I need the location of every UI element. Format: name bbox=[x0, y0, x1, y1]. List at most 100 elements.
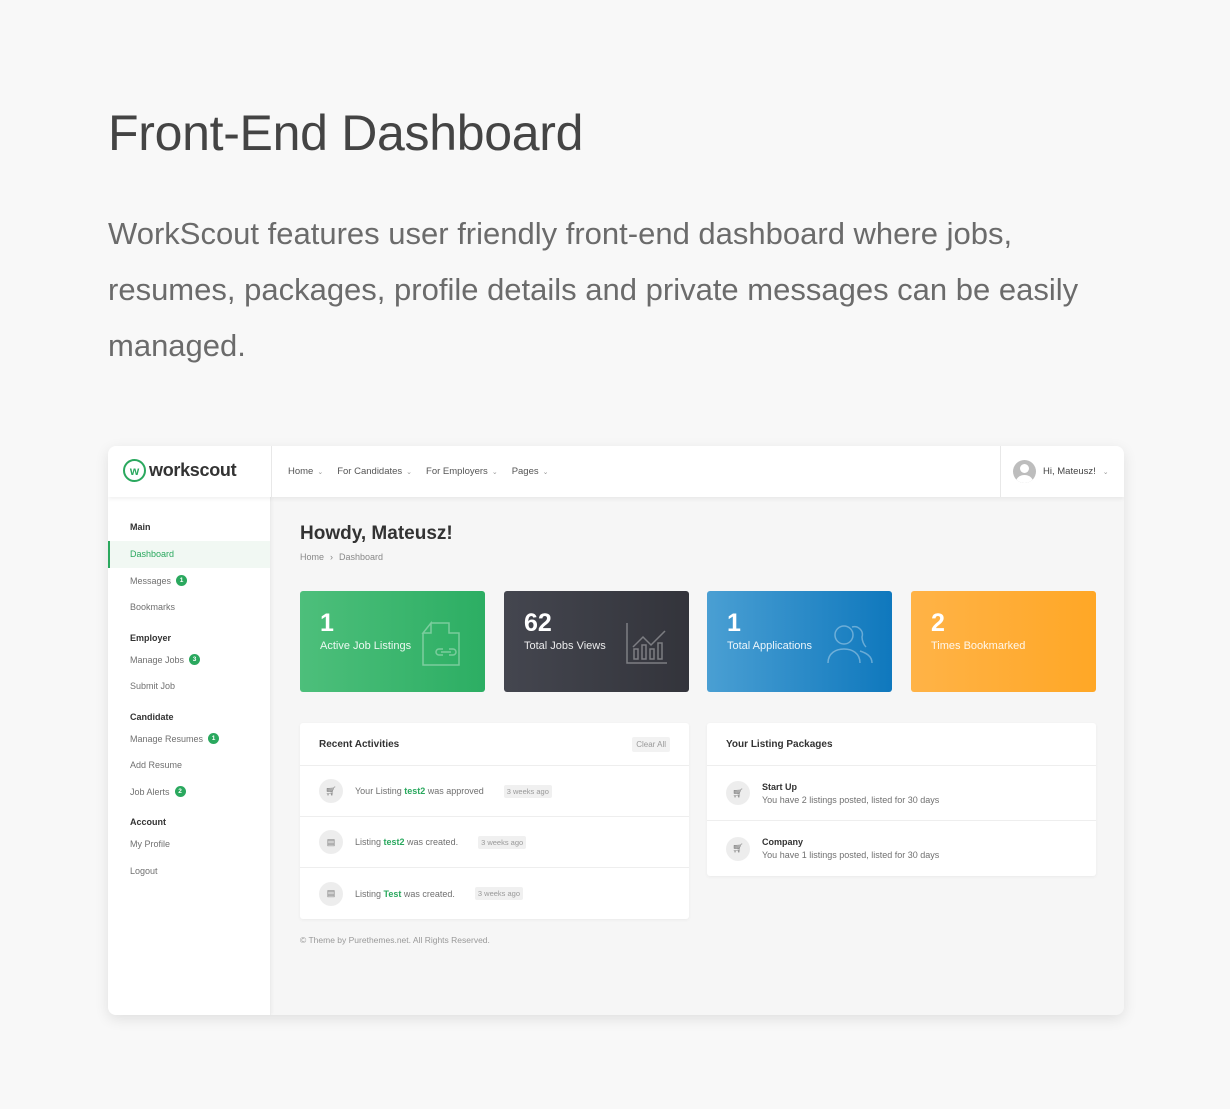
dashboard-screenshot: w workscout Home ⌄ For Candidates ⌄ For Em… bbox=[108, 446, 1124, 1015]
logo-icon: w bbox=[123, 459, 146, 482]
sidebar: Main Dashboard Messages 1 Bookmarks Emplo… bbox=[108, 497, 271, 1015]
listing-link[interactable]: Test bbox=[384, 889, 402, 899]
package-description: You have 2 listings posted, listed for 3… bbox=[762, 794, 940, 805]
clear-all-button[interactable]: Clear All bbox=[632, 736, 670, 752]
activity-text: Listing Test was created. bbox=[355, 889, 455, 899]
top-navbar: w workscout Home ⌄ For Candidates ⌄ For Em… bbox=[108, 446, 1124, 497]
activity-text: Your Listing test2 was approved bbox=[355, 786, 484, 796]
activity-text-pre: Listing bbox=[355, 837, 384, 847]
chevron-down-icon: ⌄ bbox=[406, 468, 413, 476]
sidebar-item-submit-job[interactable]: Submit Job bbox=[108, 673, 270, 700]
stat-card-total-applications: 1 Total Applications bbox=[707, 591, 892, 692]
stat-label: Total Jobs Views bbox=[524, 640, 606, 652]
breadcrumb-separator: › bbox=[330, 552, 334, 562]
breadcrumb-current: Dashboard bbox=[339, 552, 384, 562]
count-badge: 2 bbox=[174, 786, 186, 798]
people-icon bbox=[827, 625, 873, 664]
stat-value: 1 bbox=[320, 609, 334, 637]
sidebar-item-job-alerts[interactable]: Job Alerts 2 bbox=[108, 779, 270, 806]
logo-text: workscout bbox=[149, 460, 237, 480]
sidebar-group-candidate: Candidate bbox=[130, 711, 174, 722]
sidebar-item-bookmarks[interactable]: Bookmarks bbox=[108, 594, 270, 621]
hero-description: WorkScout features user friendly front-e… bbox=[108, 216, 1079, 363]
nav-label: For Employers bbox=[426, 466, 488, 477]
file-icon: ▤ bbox=[319, 881, 343, 906]
sidebar-item-messages[interactable]: Messages 1 bbox=[108, 568, 270, 595]
sidebar-item-label: Dashboard bbox=[130, 549, 175, 560]
divider bbox=[271, 446, 272, 497]
sidebar-item-label: Messages bbox=[130, 575, 172, 586]
panel-title: Recent Activities bbox=[319, 738, 400, 750]
sidebar-item-label: Job Alerts bbox=[130, 786, 170, 797]
panel-header: Recent Activities Clear All bbox=[300, 723, 689, 766]
activity-text-pre: Your Listing bbox=[355, 786, 405, 796]
user-menu[interactable]: Hi, Mateusz! ⌄ bbox=[1013, 446, 1109, 497]
nav-label: For Candidates bbox=[337, 466, 403, 477]
activity-item: ▤ Listing Test was created. 3 weeks ago bbox=[300, 868, 689, 919]
breadcrumb: Home › Dashboard bbox=[300, 552, 383, 562]
file-icon: ▤ bbox=[319, 830, 343, 854]
chevron-down-icon: ⌄ bbox=[1102, 468, 1109, 476]
document-link-icon bbox=[421, 621, 460, 666]
sidebar-group-account: Account bbox=[130, 817, 166, 827]
sidebar-item-add-resume[interactable]: Add Resume bbox=[108, 752, 270, 779]
stat-value: 2 bbox=[931, 609, 945, 637]
chevron-down-icon: ⌄ bbox=[317, 468, 324, 476]
package-item: 🛒︎ Start Up You have 2 listings posted, … bbox=[707, 766, 1096, 821]
panel-header: Your Listing Packages bbox=[707, 723, 1096, 766]
stat-label: Active Job Listings bbox=[320, 640, 412, 652]
chevron-down-icon: ⌄ bbox=[542, 468, 549, 476]
activity-text: Listing test2 was created. bbox=[355, 837, 458, 847]
stat-card-total-views: 62 Total Jobs Views bbox=[504, 591, 689, 692]
breadcrumb-home[interactable]: Home bbox=[300, 552, 324, 562]
nav-item-for-candidates[interactable]: For Candidates ⌄ bbox=[337, 466, 412, 477]
cart-icon: 🛒︎ bbox=[726, 781, 750, 805]
sidebar-item-logout[interactable]: Logout bbox=[108, 858, 270, 885]
stat-value: 62 bbox=[524, 609, 552, 637]
nav-item-home[interactable]: Home ⌄ bbox=[288, 466, 323, 477]
footer-copyright: © Theme by Purethemes.net. All Rights Re… bbox=[300, 935, 490, 945]
sidebar-item-manage-jobs[interactable]: Manage Jobs 3 bbox=[108, 647, 270, 674]
avatar bbox=[1013, 460, 1036, 483]
count-badge: 1 bbox=[176, 575, 188, 587]
sidebar-item-label: Logout bbox=[130, 865, 158, 876]
time-badge: 3 weeks ago bbox=[474, 887, 524, 900]
package-description: You have 1 listings posted, listed for 3… bbox=[762, 850, 940, 860]
nav-item-for-employers[interactable]: For Employers ⌄ bbox=[426, 466, 498, 477]
sidebar-item-manage-resumes[interactable]: Manage Resumes 1 bbox=[108, 726, 270, 753]
logo[interactable]: w workscout bbox=[123, 459, 271, 482]
sidebar-group-employer: Employer bbox=[130, 632, 172, 643]
sidebar-group-main: Main bbox=[130, 522, 151, 532]
bar-chart-icon bbox=[626, 623, 667, 664]
hero-title: Front-End Dashboard bbox=[108, 105, 584, 161]
activity-item: ▤ Listing test2 was created. 3 weeks ago bbox=[300, 817, 689, 868]
nav-item-pages[interactable]: Pages ⌄ bbox=[512, 466, 549, 477]
package-name: Company bbox=[762, 837, 804, 847]
package-name: Start Up bbox=[762, 781, 798, 792]
sidebar-item-dashboard[interactable]: Dashboard bbox=[108, 541, 270, 568]
sidebar-item-label: Bookmarks bbox=[130, 602, 176, 613]
time-badge: 3 weeks ago bbox=[503, 784, 552, 798]
stat-label: Total Applications bbox=[727, 640, 812, 652]
count-badge: 3 bbox=[189, 654, 201, 666]
listing-link[interactable]: test2 bbox=[404, 786, 425, 796]
chevron-down-icon: ⌄ bbox=[491, 468, 498, 476]
activity-text-post: was created. bbox=[401, 888, 455, 899]
stat-value: 1 bbox=[727, 609, 741, 637]
sidebar-item-my-profile[interactable]: My Profile bbox=[108, 831, 270, 858]
activity-text-post: was created. bbox=[404, 837, 459, 847]
cart-icon: 🛒︎ bbox=[726, 836, 750, 861]
panel-title: Your Listing Packages bbox=[726, 738, 833, 750]
listing-link[interactable]: test2 bbox=[384, 837, 405, 847]
stat-card-active-listings: 1 Active Job Listings bbox=[300, 591, 485, 692]
count-badge: 1 bbox=[208, 733, 220, 745]
sidebar-item-label: Add Resume bbox=[130, 760, 183, 771]
user-greeting: Hi, Mateusz! bbox=[1043, 466, 1096, 477]
main-nav: Home ⌄ For Candidates ⌄ For Employers ⌄ Pag… bbox=[288, 446, 549, 497]
sidebar-item-label: Manage Resumes bbox=[130, 733, 204, 744]
activity-text-pre: Listing bbox=[355, 888, 384, 899]
sidebar-item-label: Manage Jobs bbox=[130, 654, 185, 665]
stat-label: Times Bookmarked bbox=[931, 640, 1026, 652]
package-item: 🛒︎ Company You have 1 listings posted, l… bbox=[707, 821, 1096, 876]
recent-activities-panel: Recent Activities Clear All 🛒︎ Your List… bbox=[300, 723, 689, 919]
